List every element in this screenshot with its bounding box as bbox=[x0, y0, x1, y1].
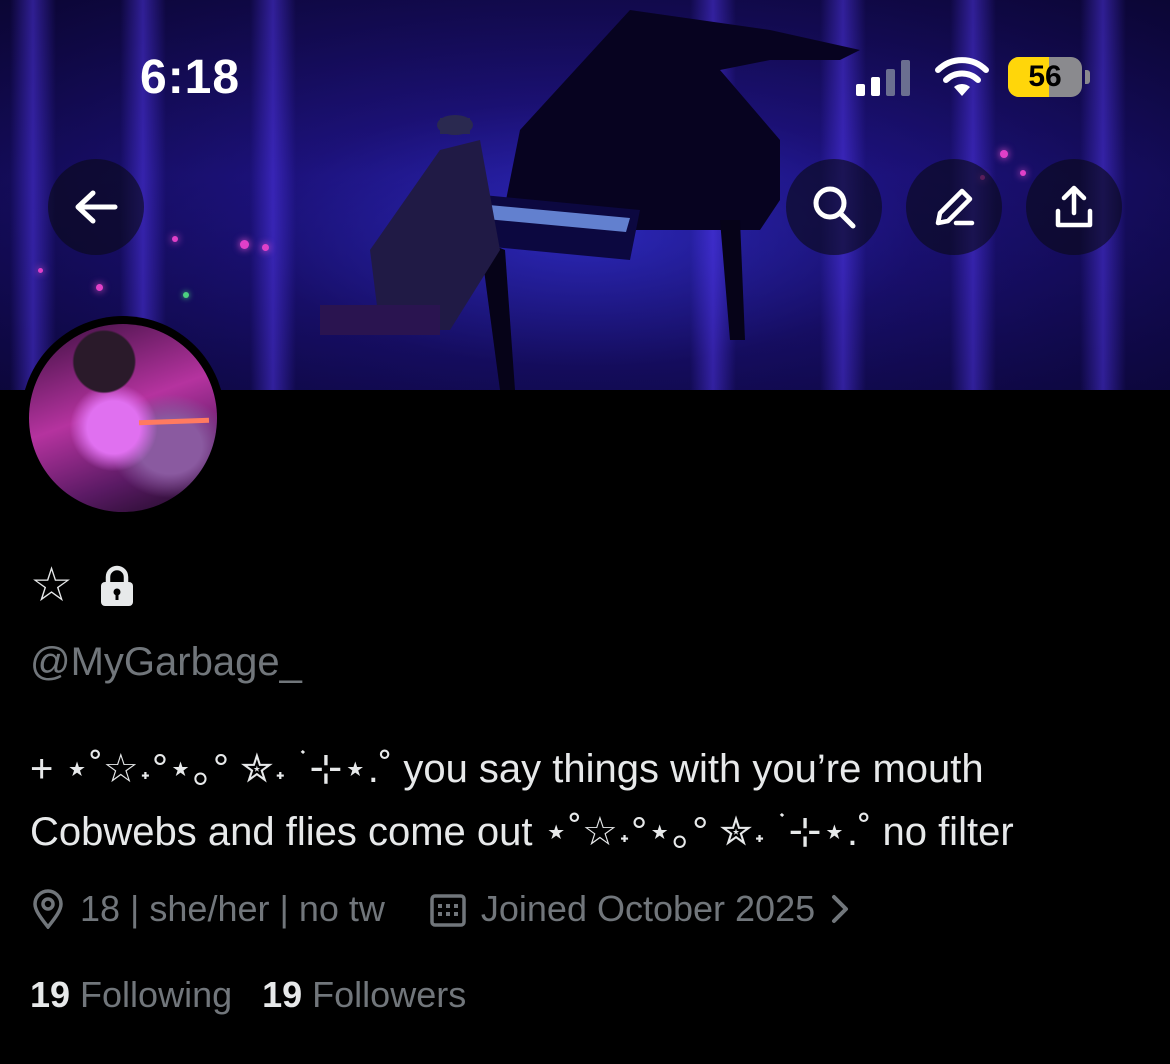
edit-icon bbox=[935, 188, 975, 226]
display-name: ☆ bbox=[30, 559, 74, 612]
joined-text: Joined October 2025 bbox=[480, 888, 816, 929]
bio-line-2: Cobwebs and flies come out ⋆˚☆˖°⋆｡° ✮˖ ࣪… bbox=[30, 810, 1014, 854]
cellular-signal-icon bbox=[856, 60, 910, 96]
location-pin-icon bbox=[33, 889, 63, 929]
search-icon bbox=[813, 186, 856, 229]
search-button[interactable] bbox=[786, 159, 882, 255]
following-link[interactable]: 19 Following bbox=[30, 974, 232, 1016]
profile-page: 6:18 56 ☆ @MyGarbage_ + ⋆˚☆˖°⋆｡° ✮˖ ࣪ ⊹⋆… bbox=[0, 0, 1170, 1064]
share-icon bbox=[1055, 185, 1093, 228]
battery-level: 56 bbox=[1028, 60, 1062, 93]
calendar-icon bbox=[430, 894, 466, 927]
joined-item[interactable]: Joined October 2025 bbox=[429, 888, 851, 930]
battery-terminal bbox=[1085, 70, 1090, 84]
profile-stats: 19 Following 19 Followers bbox=[30, 974, 466, 1016]
bio-line-1: + ⋆˚☆˖°⋆｡° ✮˖ ࣪ ⊹⋆.˚ you say things with… bbox=[30, 747, 984, 791]
status-time: 6:18 bbox=[140, 51, 241, 104]
following-count: 19 bbox=[30, 974, 71, 1015]
followers-link[interactable]: 19 Followers bbox=[262, 974, 466, 1016]
following-label: Following bbox=[80, 974, 233, 1015]
avatar[interactable] bbox=[21, 316, 225, 520]
location-text: 18 | she/her | no tw bbox=[80, 888, 385, 929]
share-button[interactable] bbox=[1026, 159, 1122, 255]
edit-button[interactable] bbox=[906, 159, 1002, 255]
back-button[interactable] bbox=[48, 159, 144, 255]
chevron-right-icon bbox=[832, 895, 849, 923]
lock-icon bbox=[101, 565, 134, 606]
profile-bio: + ⋆˚☆˖°⋆｡° ✮˖ ࣪ ⊹⋆.˚ you say things with… bbox=[30, 738, 1140, 864]
followers-label: Followers bbox=[312, 974, 467, 1015]
wifi-icon bbox=[935, 57, 989, 96]
followers-count: 19 bbox=[262, 974, 303, 1015]
location-item: 18 | she/her | no tw bbox=[30, 888, 385, 930]
profile-name-row: ☆ bbox=[30, 562, 135, 610]
profile-meta: 18 | she/her | no tw Joined October 2025 bbox=[30, 888, 851, 930]
profile-handle: @MyGarbage_ bbox=[30, 640, 302, 684]
arrow-left-icon bbox=[75, 190, 118, 224]
battery-indicator: 56 bbox=[1008, 57, 1082, 97]
avatar-image bbox=[29, 324, 217, 512]
